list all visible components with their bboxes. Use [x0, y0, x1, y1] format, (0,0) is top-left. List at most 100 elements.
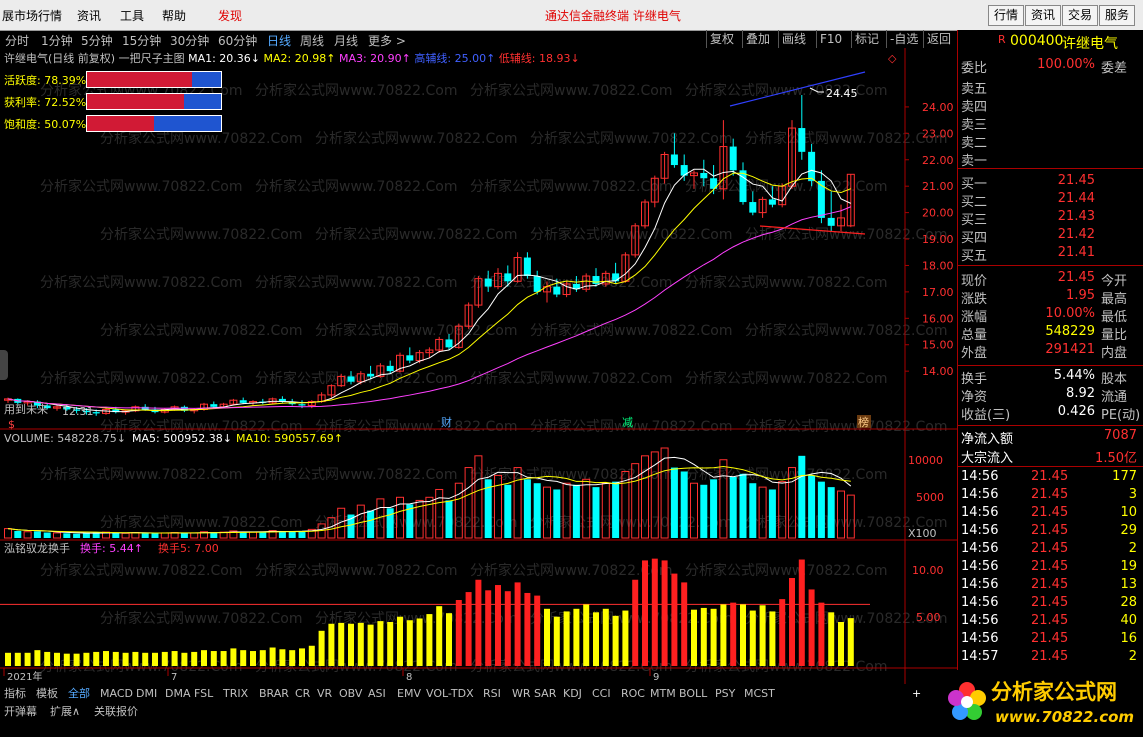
- volume-bar: [367, 510, 375, 538]
- back-button[interactable]: 返回: [923, 30, 954, 48]
- service-button[interactable]: 服务: [1099, 5, 1135, 26]
- saturation-gauge: [86, 115, 222, 132]
- tick-volume: 10: [1120, 505, 1137, 520]
- info-button[interactable]: 资讯: [1025, 5, 1061, 26]
- indicator-tab[interactable]: PSY: [715, 686, 735, 702]
- indicator-tab[interactable]: ASI: [368, 686, 386, 702]
- trade-button[interactable]: 交易: [1062, 5, 1098, 26]
- menu-help[interactable]: 帮助: [162, 7, 186, 24]
- candle-body: [406, 355, 414, 361]
- indicator-tab[interactable]: FSL: [194, 686, 213, 702]
- watermark-text: 分析家公式网www.70822.Com: [745, 226, 947, 243]
- indicator-tab[interactable]: WR: [512, 686, 531, 702]
- volume-ma10: MA10: 590557.69↑: [236, 432, 343, 445]
- volume-bar: [798, 455, 806, 538]
- tick-volume: 2: [1128, 541, 1137, 556]
- stat-row-label: 现价: [961, 274, 988, 289]
- kline-chart[interactable]: 分析家公式网www.70822.Com 分析家公式网www.70822.Com 分析…: [0, 48, 957, 684]
- buy-level-row-value: 21.43: [1057, 209, 1095, 224]
- overlay-button[interactable]: 叠加: [742, 30, 773, 48]
- price-tick-label: 23.00: [922, 127, 954, 140]
- draw-line-button[interactable]: 画线: [778, 30, 809, 48]
- candle-body: [670, 154, 678, 166]
- indicator-tab[interactable]: RSI: [483, 686, 501, 702]
- menu-discover[interactable]: 发现: [218, 7, 242, 24]
- volume-bar: [53, 532, 61, 539]
- turnover-bar: [730, 602, 737, 666]
- left-collapse-handle[interactable]: [0, 350, 8, 380]
- indicator-tab-bar: 指标 模板 全部 MACD DMI DMA FSL TRIX BRAR CR VR OBV ASI EMV…: [0, 684, 957, 734]
- menu-market[interactable]: 展市场行情: [2, 7, 62, 24]
- indicator-tab[interactable]: DMI: [136, 686, 157, 702]
- volume-bar: [729, 476, 737, 538]
- indicator-tab[interactable]: VOL-TDX: [426, 686, 474, 702]
- period-tab[interactable]: 30分钟: [170, 32, 209, 49]
- indicator-tab[interactable]: VR: [317, 686, 332, 702]
- turnover-bar: [426, 614, 433, 666]
- stat-row-label2: 内盘: [1101, 346, 1128, 361]
- indicator-tab[interactable]: EMV: [397, 686, 421, 702]
- quote-button[interactable]: 行情: [988, 5, 1024, 26]
- indicator-tab[interactable]: KDJ: [563, 686, 582, 702]
- turnover-bar: [142, 652, 149, 666]
- turnover-bar: [485, 590, 492, 666]
- mark-button[interactable]: 标记: [851, 30, 882, 48]
- profit-gauge-fill: [87, 94, 185, 109]
- stat-row-2-value: 5.44%: [1053, 368, 1095, 383]
- turnover-bar: [612, 615, 619, 666]
- tick-row: 14:56 21.45 10: [961, 505, 1141, 523]
- volume-bar: [278, 531, 286, 538]
- candle-body: [210, 404, 218, 407]
- sell-level-row: 卖三: [961, 114, 1141, 133]
- turnover-bar: [377, 621, 384, 666]
- period-tab[interactable]: 1分钟: [41, 32, 73, 49]
- add-indicator-button[interactable]: +: [912, 686, 921, 702]
- stat-row-label2: 量比: [1101, 328, 1128, 343]
- indicator-tab[interactable]: 模板: [36, 686, 58, 702]
- indicator-tab[interactable]: BRAR: [259, 686, 289, 702]
- menu-tools[interactable]: 工具: [120, 7, 144, 24]
- indicator-tab[interactable]: SAR: [534, 686, 556, 702]
- period-tab[interactable]: 15分钟: [122, 32, 161, 49]
- volume-bar: [63, 533, 71, 538]
- related-quote-tab[interactable]: 关联报价: [94, 704, 138, 720]
- stat-row-label2: 最高: [1101, 292, 1128, 307]
- indicator-tab[interactable]: TRIX: [223, 686, 248, 702]
- turnover-bar: [220, 651, 227, 666]
- net-inflow-value: 7087: [1103, 428, 1137, 443]
- indicator-tab[interactable]: MTM: [650, 686, 676, 702]
- indicator-tab[interactable]: OBV: [339, 686, 362, 702]
- sell-level-row-label: 卖五: [961, 82, 988, 97]
- indicator-tab[interactable]: ROC: [621, 686, 645, 702]
- indicator-tab[interactable]: MCST: [744, 686, 775, 702]
- indicator-tab[interactable]: 指标: [4, 686, 26, 702]
- indicator-tab[interactable]: BOLL: [679, 686, 707, 702]
- turnover-bar: [534, 595, 541, 666]
- indicator-tab[interactable]: CR: [295, 686, 310, 702]
- indicator-tab[interactable]: MACD: [100, 686, 133, 702]
- sell-level-row-label: 卖二: [961, 136, 988, 151]
- period-tab[interactable]: 月线: [334, 32, 358, 49]
- price-tick-label: 19.00: [922, 233, 954, 246]
- f10-button[interactable]: F10: [816, 30, 845, 48]
- indicator-tab[interactable]: CCI: [592, 686, 611, 702]
- period-tab[interactable]: 5分钟: [81, 32, 113, 49]
- turnover-hs5: 换手5: 7.00: [158, 541, 219, 555]
- indicator-tab[interactable]: DMA: [165, 686, 191, 702]
- expand-tab[interactable]: 扩展∧: [50, 704, 80, 720]
- fuquan-button[interactable]: 复权: [706, 30, 737, 48]
- period-tab-active[interactable]: 日线: [267, 32, 291, 49]
- stat-row-2-value: 8.92: [1066, 386, 1095, 401]
- period-tab[interactable]: 周线: [300, 32, 324, 49]
- indicator-tab[interactable]: 全部: [68, 686, 90, 702]
- period-tab[interactable]: 分时: [5, 32, 29, 49]
- danmu-tab[interactable]: 开弹幕: [4, 704, 37, 720]
- volume-bar: [210, 532, 218, 538]
- watchlist-button[interactable]: -自选: [886, 30, 921, 48]
- period-tab[interactable]: 60分钟: [218, 32, 257, 49]
- turnover-bar: [367, 624, 374, 666]
- tick-row: 14:56 21.45 3: [961, 487, 1141, 505]
- menu-news[interactable]: 资讯: [77, 7, 101, 24]
- period-tab-more[interactable]: 更多 >: [368, 32, 406, 49]
- sell-level-row: 卖一: [961, 150, 1141, 169]
